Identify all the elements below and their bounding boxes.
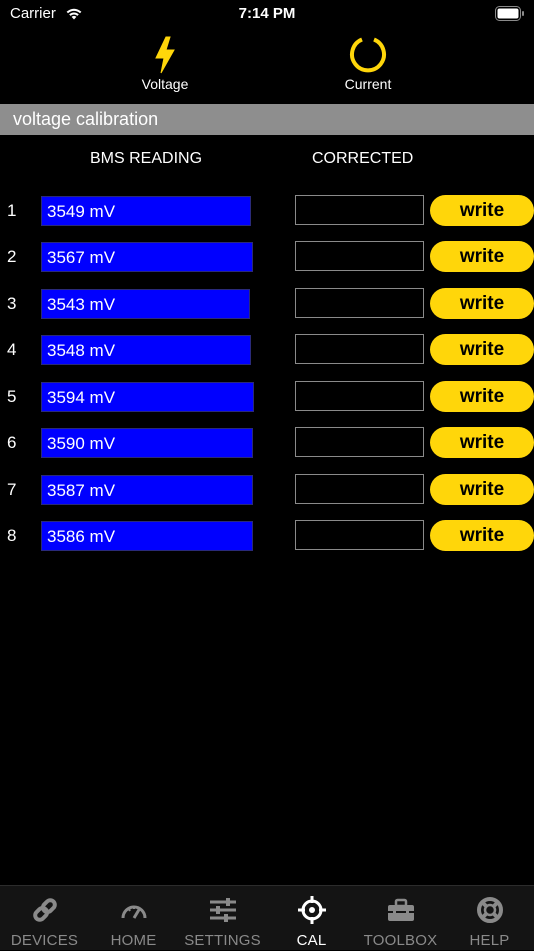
status-bar: Carrier 7:14 PM <box>0 0 534 28</box>
corrected-input[interactable] <box>295 195 424 225</box>
calibration-row: 2 3567 mV write <box>0 240 534 274</box>
bms-reading-value: 3549 mV <box>47 202 116 221</box>
clock: 7:14 PM <box>238 5 296 22</box>
corrected-input[interactable] <box>295 427 424 457</box>
bms-reading-value: 3587 mV <box>47 481 116 500</box>
calibration-row: 6 3590 mV write <box>0 426 534 460</box>
bms-reading-cell: 3594 mV <box>41 382 254 412</box>
bms-reading-value: 3594 mV <box>47 388 116 407</box>
battery-icon <box>495 6 524 21</box>
lifebuoy-icon <box>477 897 503 923</box>
row-index: 4 <box>7 340 17 359</box>
bms-reading-cell: 3548 mV <box>41 335 251 365</box>
tab-label: DEVICES <box>10 932 79 949</box>
write-button[interactable]: write <box>430 288 534 319</box>
tab-label: CAL <box>296 932 327 949</box>
corrected-input[interactable] <box>295 288 424 318</box>
bms-reading-value: 3543 mV <box>47 295 116 314</box>
corrected-input[interactable] <box>295 334 424 364</box>
bms-reading-value: 3590 mV <box>47 434 116 453</box>
row-index: 7 <box>7 480 17 499</box>
write-button[interactable]: write <box>430 474 534 505</box>
corrected-input[interactable] <box>295 520 424 550</box>
write-button[interactable]: write <box>430 241 534 272</box>
row-index: 1 <box>7 201 17 220</box>
sliders-icon <box>210 898 236 922</box>
row-index: 6 <box>7 433 17 452</box>
lightning-bolt-icon <box>155 36 175 74</box>
row-index: 8 <box>7 526 17 545</box>
voltage-mode-button[interactable]: Voltage <box>120 36 210 92</box>
tab-home[interactable]: HOME <box>89 886 178 951</box>
write-button[interactable]: write <box>430 427 534 458</box>
write-button[interactable]: write <box>430 334 534 365</box>
tab-cal[interactable]: CAL <box>267 886 356 951</box>
write-button[interactable]: write <box>430 195 534 226</box>
tab-label: HOME <box>110 932 157 949</box>
calibration-row: 1 3549 mV write <box>0 194 534 228</box>
bms-reading-value: 3567 mV <box>47 248 116 267</box>
tab-label: TOOLBOX <box>363 932 438 949</box>
tab-help[interactable]: HELP <box>445 886 534 951</box>
calibration-row: 4 3548 mV write <box>0 333 534 367</box>
section-title: voltage calibration <box>13 109 159 129</box>
voltage-mode-label: Voltage <box>141 76 189 92</box>
bms-reading-cell: 3549 mV <box>41 196 251 226</box>
section-header: voltage calibration <box>0 104 534 135</box>
bms-reading-value: 3586 mV <box>47 527 116 546</box>
link-icon <box>33 898 57 922</box>
bms-reading-header: BMS READING <box>90 150 203 167</box>
bms-reading-cell: 3543 mV <box>41 289 250 319</box>
row-index: 2 <box>7 247 17 266</box>
row-index: 5 <box>7 387 17 406</box>
corrected-input[interactable] <box>295 381 424 411</box>
bms-reading-value: 3548 mV <box>47 341 116 360</box>
crosshair-icon <box>298 896 326 924</box>
bms-reading-cell: 3567 mV <box>41 242 253 272</box>
tab-settings[interactable]: SETTINGS <box>178 886 267 951</box>
current-mode-button[interactable]: Current <box>323 36 413 92</box>
calibration-row: 3 3543 mV write <box>0 287 534 321</box>
calibration-row: 8 3586 mV write <box>0 519 534 553</box>
write-button[interactable]: write <box>430 381 534 412</box>
corrected-input[interactable] <box>295 474 424 504</box>
bms-reading-cell: 3590 mV <box>41 428 253 458</box>
calibration-row: 7 3587 mV write <box>0 473 534 507</box>
tab-toolbox[interactable]: TOOLBOX <box>356 886 445 951</box>
row-index: 3 <box>7 294 17 313</box>
bms-reading-cell: 3586 mV <box>41 521 253 551</box>
tab-bar: DEVICES HOME SETTINGS CAL TOOLBOX HELP <box>0 885 534 950</box>
corrected-input[interactable] <box>295 241 424 271</box>
corrected-header: CORRECTED <box>312 150 414 167</box>
calibration-row: 5 3594 mV write <box>0 380 534 414</box>
tab-devices[interactable]: DEVICES <box>0 886 89 951</box>
speedometer-icon <box>121 905 147 919</box>
power-ring-icon <box>350 37 386 73</box>
tab-label: HELP <box>469 932 510 949</box>
write-button[interactable]: write <box>430 520 534 551</box>
bms-reading-cell: 3587 mV <box>41 475 253 505</box>
current-mode-label: Current <box>344 76 392 92</box>
tab-label: SETTINGS <box>184 932 261 949</box>
toolbox-icon <box>388 898 414 921</box>
